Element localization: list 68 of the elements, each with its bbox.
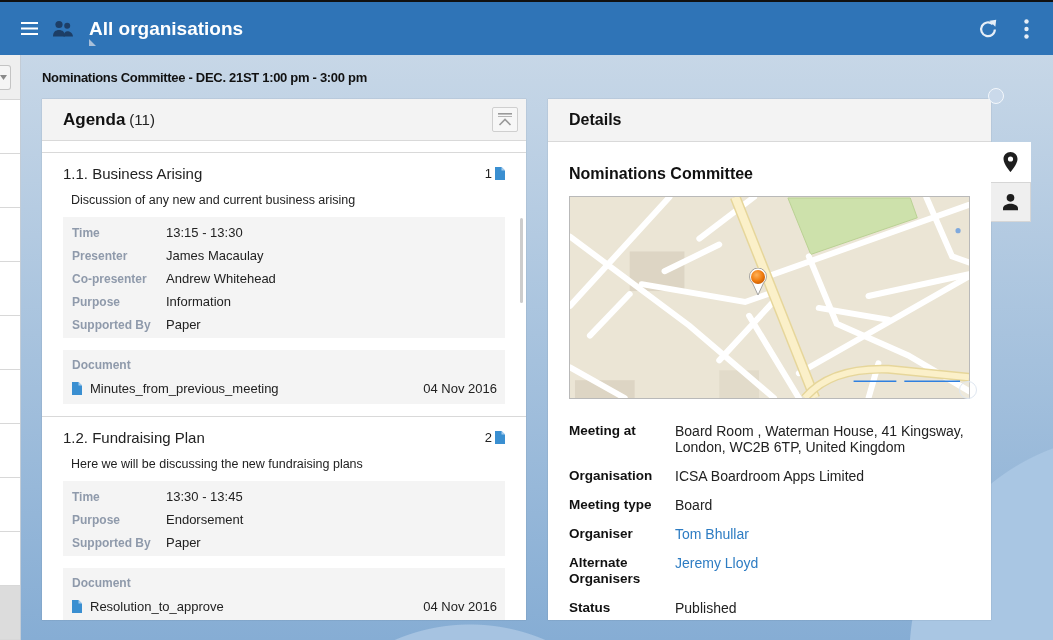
field-label: Supported By (72, 535, 151, 550)
round-handle-icon (988, 88, 1004, 104)
corner-triangle-icon (89, 38, 96, 46)
field-label: Supported By (72, 317, 151, 332)
field-label: Presenter (72, 248, 128, 263)
field-label: Organiser (569, 526, 633, 542)
panel-title: Agenda (63, 109, 126, 130)
document-icon (495, 430, 505, 444)
field-label: Status (569, 600, 611, 616)
document-icon (72, 381, 82, 395)
field-label: Co-presenter (72, 271, 147, 286)
scroll-to-top-icon (498, 113, 512, 126)
person-link[interactable]: Tom Bhullar (675, 526, 749, 542)
menu-icon[interactable] (21, 22, 38, 35)
field-value: James Macaulay (166, 248, 264, 263)
field-value: Board Room , Waterman House, 41 Kingsway, London, WC2B 6TP, United Kingdom (675, 423, 965, 455)
contact-tab[interactable] (991, 182, 1031, 222)
field-value: Andrew Whitehead (166, 271, 276, 286)
field-label: Meeting at (569, 423, 636, 439)
scrollbar-thumb[interactable] (520, 218, 523, 303)
map-pin-icon (749, 268, 767, 296)
location-pin-icon (1003, 152, 1018, 172)
document-date: 04 Nov 2016 (423, 598, 497, 614)
filter-dropdown[interactable] (0, 64, 11, 90)
field-label: Meeting type (569, 497, 652, 513)
field-value: Endorsement (166, 512, 244, 527)
round-handle-icon (959, 381, 977, 399)
document-date: 04 Nov 2016 (423, 380, 497, 396)
people-icon (53, 20, 73, 37)
document-icon (495, 166, 505, 180)
document-link[interactable]: Resolution_to_approve (90, 598, 224, 614)
field-value: 13:30 - 13:45 (166, 489, 243, 504)
scroll-to-top-button[interactable] (492, 107, 518, 132)
list-item[interactable] (0, 586, 20, 640)
caret-icon (0, 74, 7, 80)
field-label: Time (72, 489, 100, 504)
page-title: All organisations (89, 17, 244, 40)
field-label: Time (72, 225, 100, 240)
section-label: Document (72, 575, 131, 592)
person-icon (1003, 192, 1018, 212)
item-count: (11) (129, 110, 155, 128)
agenda-item-title[interactable]: 1.1. Business Arising (63, 164, 203, 182)
field-value: Information (166, 294, 232, 309)
document-icon (72, 599, 82, 613)
document-count: 2 (484, 429, 492, 445)
more-options-icon[interactable] (1024, 18, 1029, 39)
agenda-item-title[interactable]: 1.2. Fundraising Plan (63, 428, 205, 446)
field-value: Paper (166, 535, 201, 550)
document-link[interactable]: Minutes_from_previous_meeting (90, 380, 279, 396)
field-label: Organisation (569, 468, 653, 484)
meeting-name: Nominations Committee (569, 164, 753, 184)
meeting-heading: Nominations Committee - DEC. 21ST 1:00 pm - 3:00 pm (42, 69, 367, 85)
field-value: Paper (166, 317, 201, 332)
field-value: Published (675, 600, 737, 616)
agenda-item-description: Here we will be discussing the new fundraising plans (71, 456, 363, 473)
panel-title: Details (569, 111, 622, 129)
refresh-icon[interactable] (977, 17, 999, 40)
map-tab[interactable] (991, 142, 1031, 182)
agenda-item-description: Discussion of any new and current business arising (71, 192, 356, 209)
field-value: Board (675, 497, 713, 513)
document-count: 1 (484, 165, 492, 181)
field-label: Alternate Organisers (569, 555, 642, 587)
person-link[interactable]: Jeremy Lloyd (675, 555, 759, 587)
section-label: Document (72, 357, 131, 374)
field-value: ICSA Boardroom Apps Limited (675, 468, 865, 484)
field-label: Purpose (72, 294, 120, 309)
field-label: Purpose (72, 512, 120, 527)
field-value: 13:15 - 13:30 (166, 225, 243, 240)
